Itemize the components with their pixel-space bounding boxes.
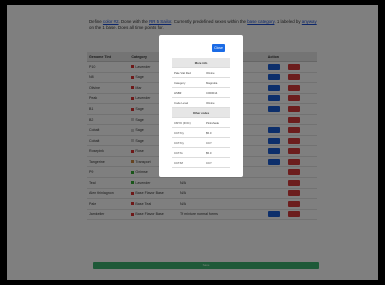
section-title: More info xyxy=(172,58,230,68)
info-row: CMYK (FOC) Pinkshade xyxy=(172,117,230,128)
info-row: Pale Vial Red Olivine xyxy=(172,67,230,78)
info-row: Category Magnolia xyxy=(172,77,230,88)
info-key: Code Level xyxy=(172,97,204,108)
info-table: More info Pale Vial Red Olivine Category Mag… xyxy=(172,58,230,168)
info-key: CMYK (FOC) xyxy=(172,117,204,128)
info-value: $5.0 xyxy=(204,147,230,158)
close-button[interactable]: Close xyxy=(212,44,225,52)
info-key: CCT/M xyxy=(172,157,204,168)
info-key: CCT/G xyxy=(172,147,204,158)
info-key: HSB# xyxy=(172,87,204,98)
page: Define color #2. Done with the RR 5 Sail… xyxy=(7,5,378,280)
info-value: Olivine xyxy=(204,67,230,78)
info-value: $5.0 xyxy=(204,127,230,138)
info-value: CCY xyxy=(204,157,230,168)
info-row: CCT/G $5.0 xyxy=(172,147,230,158)
info-value: C000014 xyxy=(204,87,230,98)
info-row: CCT/M CCY xyxy=(172,157,230,168)
section-header: Other codes xyxy=(172,107,230,118)
info-key: Category xyxy=(172,77,204,88)
info-value: Olivine xyxy=(204,97,230,108)
section-title: Other codes xyxy=(172,107,230,118)
info-row: CCT/Cy CCY xyxy=(172,137,230,148)
info-row: CCT/Cy $5.0 xyxy=(172,127,230,138)
info-row: Code Level Olivine xyxy=(172,97,230,108)
info-key: Pale Vial Red xyxy=(172,67,204,78)
info-row: HSB# C000014 xyxy=(172,87,230,98)
info-key: CCT/Cy xyxy=(172,137,204,148)
info-modal: Close More info Pale Vial Red Olivine Categ… xyxy=(159,35,243,177)
section-header: More info xyxy=(172,58,230,68)
info-key: CCT/Cy xyxy=(172,127,204,138)
info-value: Pinkshade xyxy=(204,117,230,128)
info-value: CCY xyxy=(204,137,230,148)
info-value: Magnolia xyxy=(204,77,230,88)
